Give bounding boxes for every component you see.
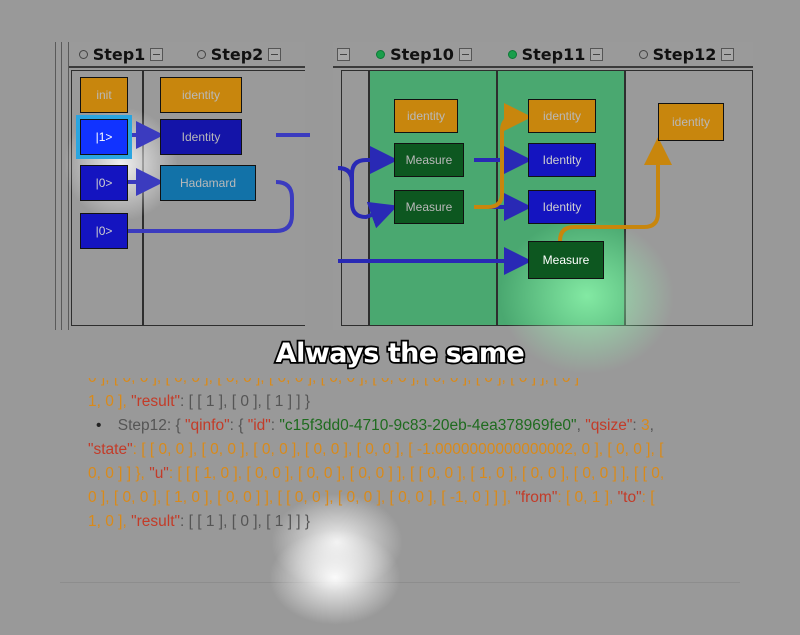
- step-header-step11[interactable]: Step11: [491, 41, 620, 67]
- log-step-label: Step12: {: [117, 417, 185, 434]
- collapse-icon[interactable]: [336, 47, 350, 61]
- step-title: Step10: [390, 44, 454, 64]
- panel-left-rail[interactable]: [55, 42, 69, 330]
- log-line-state-b: 0, 0 ] ] }, "u": [ [ [ 1, 0 ], [ 0, 0 ],…: [88, 465, 665, 482]
- step-title: Step11: [521, 44, 586, 64]
- gate-hadamard[interactable]: Hadamard: [160, 165, 256, 201]
- gate-label: |0>: [95, 176, 113, 190]
- caption-always-the-same: Always the same: [274, 336, 527, 371]
- gate-ket-1[interactable]: |1>: [80, 119, 128, 155]
- gate-label: Measure: [405, 153, 453, 167]
- collapse-icon[interactable]: [721, 47, 735, 61]
- gate-label: Measure: [542, 253, 590, 267]
- gate-label: Measure: [405, 200, 453, 214]
- gate-label: identity: [181, 88, 221, 102]
- gate-ket-0-b[interactable]: |0>: [80, 213, 128, 249]
- step-status-dot-icon: [376, 49, 386, 59]
- gate-label: |0>: [95, 224, 113, 238]
- gate-identity-placeholder[interactable]: identity: [528, 99, 596, 133]
- log-line-state-a: "state": [ [ 0, 0 ], [ 0, 0 ], [ 0, 0 ],…: [88, 441, 664, 458]
- log-line-clipped: 0 ], [ 0, 0 ], [ 0, 0 ], [ 0, 0 ], [ 0, …: [88, 378, 788, 390]
- step-header-step10[interactable]: Step10: [357, 41, 491, 67]
- step-title: Step12: [652, 44, 717, 64]
- collapse-icon[interactable]: [590, 47, 604, 61]
- right-step-headers: Step10 Step11 Step12: [333, 42, 753, 68]
- log-line-u-b: 0 ], [ 0, 0 ], [ 1, 0 ], [ 0, 0 ] ], [ […: [88, 489, 655, 506]
- gate-label: Hadamard: [179, 176, 237, 190]
- gate-identity[interactable]: Identity: [160, 119, 242, 155]
- gate-label: identity: [671, 115, 711, 129]
- gate-identity-placeholder[interactable]: identity: [160, 77, 242, 113]
- step-header-step1[interactable]: Step1: [69, 41, 173, 67]
- gate-label: identity: [406, 109, 446, 123]
- panel-left-rail-inner: [61, 42, 62, 330]
- gate-measure-active[interactable]: Measure: [528, 241, 604, 279]
- collapse-icon[interactable]: [150, 47, 164, 61]
- step-status-dot-icon: [196, 49, 206, 59]
- gate-ket-0-a[interactable]: |0>: [80, 165, 128, 201]
- collapse-icon[interactable]: [268, 47, 282, 61]
- gate-identity-b[interactable]: Identity: [528, 190, 596, 224]
- gate-label: Identity: [542, 153, 582, 167]
- log-line-result-tail: 1, 0 ], "result": [ [ 1 ], [ 0 ], [ 1 ] …: [88, 393, 311, 410]
- step-status-dot-icon: [78, 49, 88, 59]
- left-step-panel: Step1 Step2 init |1> |0> |0> identity Id…: [55, 42, 310, 330]
- left-step-headers: Step1 Step2: [69, 42, 305, 68]
- log-line-result: 1, 0 ], "result": [ [ 1 ], [ 0 ], [ 1 ] …: [88, 513, 311, 530]
- log-line-step12-header: • Step12: { "qinfo": { "id": "c15f3dd0-4…: [96, 417, 654, 434]
- right-step-columns: identity Measure Measure identity Identi…: [337, 70, 753, 381]
- step-status-dot-icon: [638, 49, 648, 59]
- right-step-panel: Step10 Step11 Step12 identity Measure Me…: [333, 42, 753, 381]
- collapse-icon[interactable]: [458, 47, 472, 61]
- gate-label: Identity: [542, 200, 582, 214]
- cursor-glow-bottom: [255, 520, 415, 635]
- gate-label: Identity: [181, 130, 221, 144]
- step-title: Step1: [92, 44, 146, 64]
- step-header-step12[interactable]: Step12: [620, 41, 753, 67]
- gate-measure-b[interactable]: Measure: [394, 190, 464, 224]
- gate-label: init: [96, 88, 112, 102]
- left-step-columns: init |1> |0> |0> identity Identity Hadam…: [56, 70, 310, 326]
- gate-measure-a[interactable]: Measure: [394, 143, 464, 177]
- log-bullet-icon: •: [96, 417, 102, 434]
- step-status-dot-icon: [507, 49, 517, 59]
- json-log-output: 0 ], [ 0, 0 ], [ 0, 0 ], [ 0, 0 ], [ 0, …: [88, 378, 788, 534]
- gate-identity-placeholder[interactable]: identity: [394, 99, 458, 133]
- gate-init[interactable]: init: [80, 77, 128, 113]
- gate-identity-a[interactable]: Identity: [528, 143, 596, 177]
- footer-divider: [60, 582, 740, 583]
- step-header-step2[interactable]: Step2: [173, 41, 305, 67]
- gate-label: |1>: [95, 130, 113, 144]
- gate-label: identity: [542, 109, 582, 123]
- step-partial-left: [333, 41, 357, 67]
- step-title: Step2: [210, 44, 264, 64]
- gate-identity-placeholder[interactable]: identity: [658, 103, 724, 141]
